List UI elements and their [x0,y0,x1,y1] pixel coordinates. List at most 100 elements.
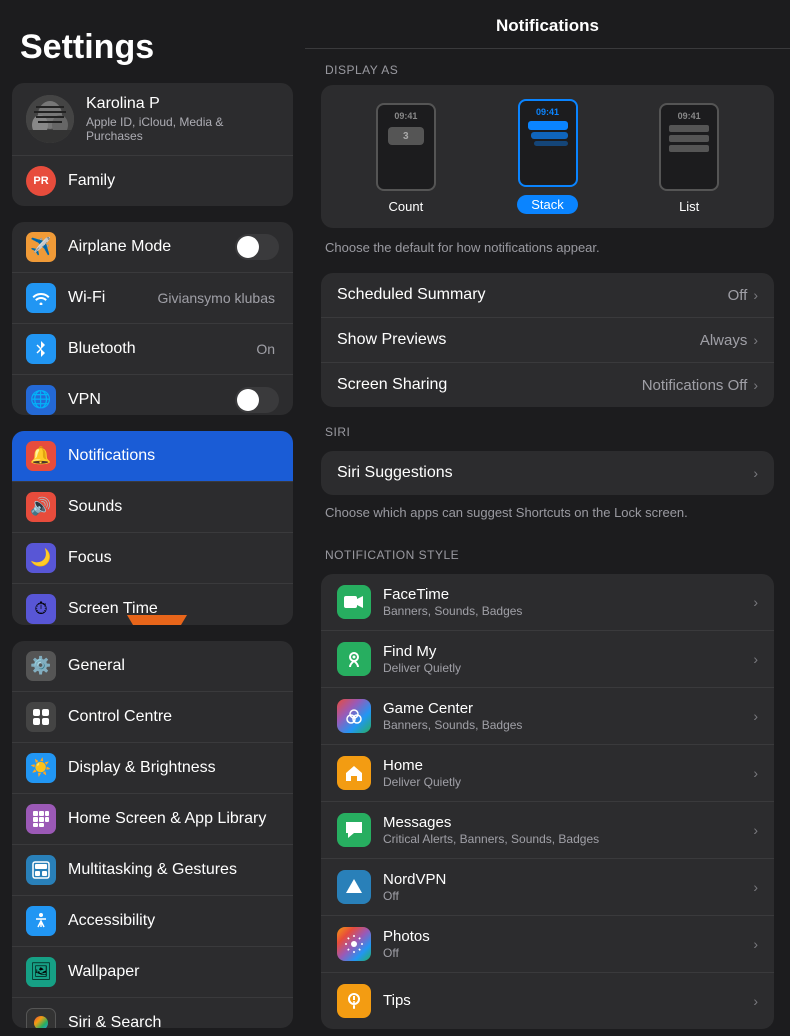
chevron-icon: › [753,879,758,895]
right-panel-title: Notifications [305,0,790,49]
app-row-tips[interactable]: Tips › [321,973,774,1029]
chevron-icon: › [753,594,758,610]
scheduled-summary-row[interactable]: Scheduled Summary Off › [321,273,774,318]
screen-time-icon: ⏱ [26,594,56,624]
sidebar-item-wifi[interactable]: Wi-Fi Giviansymo klubas [12,273,293,324]
facetime-info: FaceTime Banners, Sounds, Badges [383,586,753,618]
game-center-icon [337,699,371,733]
sidebar-item-notifications[interactable]: 🔔 Notifications [12,431,293,482]
sidebar-item-screen-time[interactable]: ⏱ Screen Time [12,584,293,624]
sidebar-title: Settings [0,0,305,83]
bluetooth-label: Bluetooth [68,340,256,358]
network-group: ✈️ Airplane Mode Wi-Fi Giviansymo klubas [12,222,293,415]
account-user-row[interactable]: Karolina P Apple ID, iCloud, Media & Pur… [12,83,293,156]
vpn-toggle[interactable] [235,387,279,413]
chevron-icon: › [753,332,758,348]
sidebar-item-airplane[interactable]: ✈️ Airplane Mode [12,222,293,273]
focus-icon: 🌙 [26,543,56,573]
facetime-icon [337,585,371,619]
account-info: Karolina P Apple ID, iCloud, Media & Pur… [86,95,279,143]
app-row-photos[interactable]: Photos Off › [321,916,774,973]
sidebar-item-control-centre[interactable]: Control Centre [12,692,293,743]
control-centre-label: Control Centre [68,708,279,726]
nordvpn-info: NordVPN Off [383,871,753,903]
display-option-stack[interactable]: 09:41 Stack [477,99,619,214]
show-previews-label: Show Previews [337,331,700,349]
wifi-icon [26,283,56,313]
display-label: Display & Brightness [68,759,279,777]
control-centre-icon [26,702,56,732]
sidebar-item-multitasking[interactable]: Multitasking & Gestures [12,845,293,896]
wallpaper-label: Wallpaper [68,963,279,981]
display-as-label: DISPLAY AS [305,49,790,85]
sidebar-item-wallpaper[interactable]: 🖼 Wallpaper [12,947,293,998]
stack-phone-mock: 09:41 [518,99,578,187]
game-center-info: Game Center Banners, Sounds, Badges [383,700,753,732]
app-row-nordvpn[interactable]: NordVPN Off › [321,859,774,916]
accessibility-label: Accessibility [68,912,279,930]
home-app-info: Home Deliver Quietly [383,757,753,789]
siri-group: Siri Suggestions › [321,451,774,495]
list-label: List [679,199,699,214]
bluetooth-value: On [256,341,275,357]
multitasking-icon [26,855,56,885]
chevron-icon: › [753,708,758,724]
app-row-game-center[interactable]: Game Center Banners, Sounds, Badges › [321,688,774,745]
wifi-label: Wi-Fi [68,289,158,307]
notifications-icon: 🔔 [26,441,56,471]
app-list-group: FaceTime Banners, Sounds, Badges › Find … [321,574,774,1029]
sidebar-item-focus[interactable]: 🌙 Focus [12,533,293,584]
sidebar-item-sounds[interactable]: 🔊 Sounds [12,482,293,533]
sidebar: Settings Karolina P App [0,0,305,1036]
app-row-find-my[interactable]: Find My Deliver Quietly › [321,631,774,688]
chevron-icon: › [753,651,758,667]
vpn-label: VPN [68,391,235,409]
airplane-label: Airplane Mode [68,238,235,256]
prefs-group: 🔔 Notifications 🔊 Sounds 🌙 Focus ⏱ Scree… [12,431,293,624]
chevron-icon: › [753,287,758,303]
settings-rows-group: Scheduled Summary Off › Show Previews Al… [321,273,774,407]
screen-sharing-value: Notifications Off [642,377,748,394]
messages-icon [337,813,371,847]
family-label: Family [68,172,115,190]
count-label: Count [388,199,423,214]
siri-suggestions-label: Siri Suggestions [337,464,753,482]
messages-info: Messages Critical Alerts, Banners, Sound… [383,814,753,846]
screen-sharing-row[interactable]: Screen Sharing Notifications Off › [321,363,774,407]
siri-icon [26,1008,56,1028]
notifications-label: Notifications [68,447,279,465]
photos-info: Photos Off [383,928,753,960]
airplane-icon: ✈️ [26,232,56,262]
sidebar-item-general[interactable]: ⚙️ General [12,641,293,692]
tips-info: Tips [383,992,753,1010]
app-row-messages[interactable]: Messages Critical Alerts, Banners, Sound… [321,802,774,859]
family-row[interactable]: PR Family [12,156,293,206]
sidebar-item-accessibility[interactable]: Accessibility [12,896,293,947]
airplane-toggle[interactable] [235,234,279,260]
sidebar-item-siri-search[interactable]: Siri & Search [12,998,293,1028]
find-my-icon [337,642,371,676]
list-phone-mock: 09:41 [659,103,719,191]
app-row-facetime[interactable]: FaceTime Banners, Sounds, Badges › [321,574,774,631]
siri-suggestions-row[interactable]: Siri Suggestions › [321,451,774,495]
sidebar-item-vpn[interactable]: 🌐 VPN [12,375,293,415]
sidebar-item-display[interactable]: ☀️ Display & Brightness [12,743,293,794]
sidebar-item-bluetooth[interactable]: Bluetooth On [12,324,293,375]
display-as-card: 09:41 3 Count 09:41 Stack 09:41 [321,85,774,228]
account-subtitle: Apple ID, iCloud, Media & Purchases [86,115,279,143]
display-option-count[interactable]: 09:41 3 Count [335,103,477,214]
chevron-icon: › [753,377,758,393]
chevron-icon: › [753,465,758,481]
display-option-list[interactable]: 09:41 List [618,103,760,214]
find-my-info: Find My Deliver Quietly [383,643,753,675]
show-previews-row[interactable]: Show Previews Always › [321,318,774,363]
app-row-home[interactable]: Home Deliver Quietly › [321,745,774,802]
tips-icon [337,984,371,1018]
sidebar-item-home-screen[interactable]: Home Screen & App Library [12,794,293,845]
scheduled-summary-value: Off [728,287,748,304]
siri-hint: Choose which apps can suggest Shortcuts … [305,499,790,534]
family-icon: PR [26,166,56,196]
general-icon: ⚙️ [26,651,56,681]
account-section: Karolina P Apple ID, iCloud, Media & Pur… [12,83,293,206]
siri-search-label: Siri & Search [68,1014,279,1028]
